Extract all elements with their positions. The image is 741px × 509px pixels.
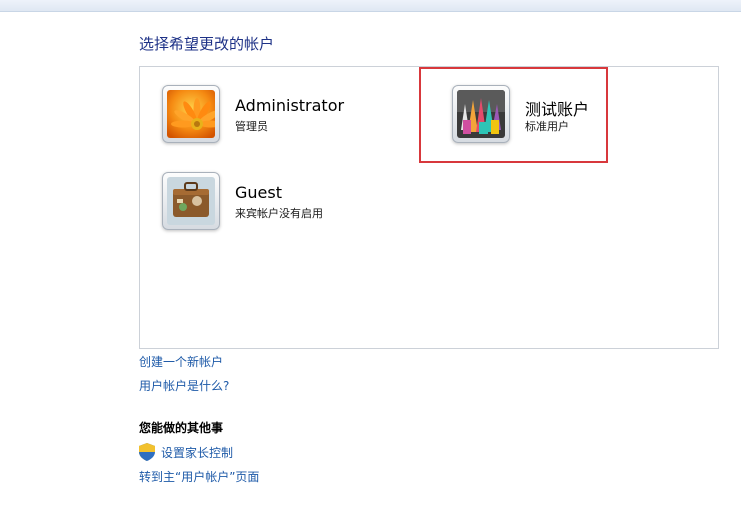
other-tasks-heading: 您能做的其他事 xyxy=(139,421,224,435)
avatar xyxy=(452,85,510,143)
parental-controls-label: 设置家长控制 xyxy=(161,446,234,460)
account-name: Guest xyxy=(235,183,282,202)
what-is-account-link[interactable]: 用户帐户是什么? xyxy=(139,377,229,394)
account-tile-test-account[interactable]: 测试账户 标准用户 xyxy=(452,85,602,149)
create-account-link[interactable]: 创建一个新帐户 xyxy=(139,353,223,370)
page-title: 选择希望更改的帐户 xyxy=(139,35,275,53)
suitcase-avatar-icon xyxy=(167,177,215,225)
account-name: 测试账户 xyxy=(525,100,590,119)
account-tile-guest[interactable]: Guest 来宾帐户没有启用 xyxy=(162,172,402,236)
shield-icon xyxy=(139,443,155,461)
account-type: 管理员 xyxy=(235,120,268,133)
account-type: 来宾帐户没有启用 xyxy=(235,207,323,220)
avatar xyxy=(162,172,220,230)
flower-avatar-icon xyxy=(167,90,215,138)
accounts-panel: Administrator 管理员 测试账户 标准用户 Guest 来宾帐户没有… xyxy=(139,66,719,349)
go-to-main-link[interactable]: 转到主“用户帐户”页面 xyxy=(139,468,259,485)
avatar xyxy=(162,85,220,143)
crayons-avatar-icon xyxy=(457,90,505,138)
account-name: Administrator xyxy=(235,96,345,115)
account-type: 标准用户 xyxy=(525,120,569,133)
account-tile-administrator[interactable]: Administrator 管理员 xyxy=(162,85,402,149)
window-top-strip xyxy=(0,0,741,12)
